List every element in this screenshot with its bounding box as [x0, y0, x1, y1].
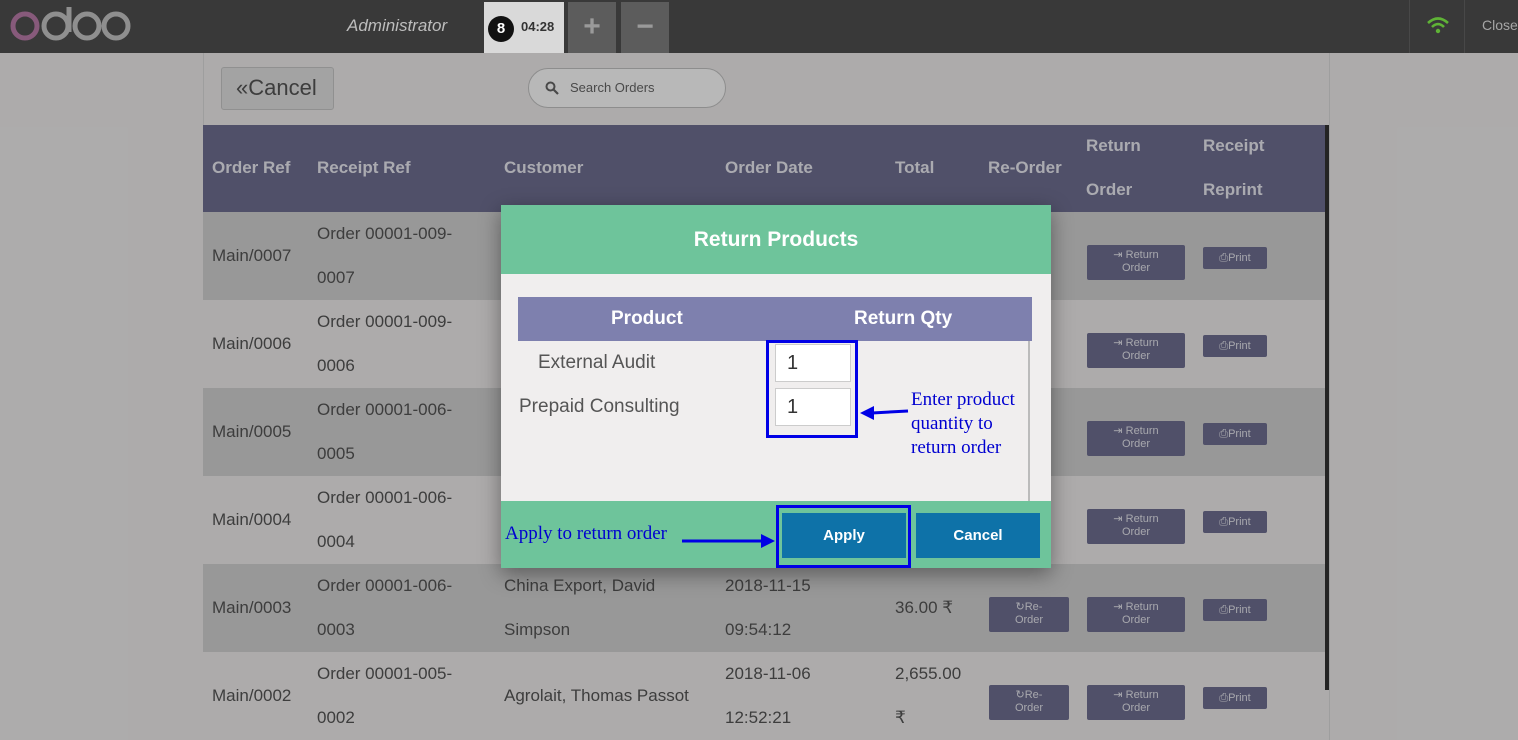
apply-highlight-box: [776, 505, 911, 568]
return-table-header: Product Return Qty: [518, 297, 1032, 341]
username[interactable]: Administrator: [347, 16, 447, 36]
order-selector-tab[interactable]: 8 04:28: [484, 2, 564, 53]
apply-annotation: Apply to return order: [505, 523, 667, 544]
dialog-title: Return Products: [501, 205, 1051, 274]
qty-annotation-line3: return order: [911, 437, 1002, 458]
close-button[interactable]: Close: [1482, 17, 1518, 33]
product-name: External Audit: [538, 352, 656, 373]
dialog-scrollbar[interactable]: [1028, 341, 1030, 501]
qty-annotation: Enter product quantity to return order: [911, 388, 1015, 460]
remove-order-button[interactable]: −: [621, 2, 669, 53]
top-bar: Administrator 8 04:28 + − Close: [0, 0, 1518, 53]
add-order-button[interactable]: +: [568, 2, 616, 53]
order-time: 04:28: [521, 19, 555, 34]
wifi-icon: [1427, 17, 1449, 34]
col-product: Product: [611, 308, 683, 329]
cancel-button[interactable]: Cancel: [916, 513, 1040, 558]
qty-annotation-line1: Enter product: [911, 389, 1015, 410]
order-sequence-badge: 8: [488, 16, 514, 42]
col-return-qty: Return Qty: [854, 308, 953, 329]
connection-status[interactable]: [1409, 0, 1465, 53]
qty-annotation-line2: quantity to: [911, 413, 993, 434]
qty-highlight-box: [766, 340, 858, 438]
product-name: Prepaid Consulting: [519, 396, 680, 417]
odoo-logo: [10, 7, 131, 41]
